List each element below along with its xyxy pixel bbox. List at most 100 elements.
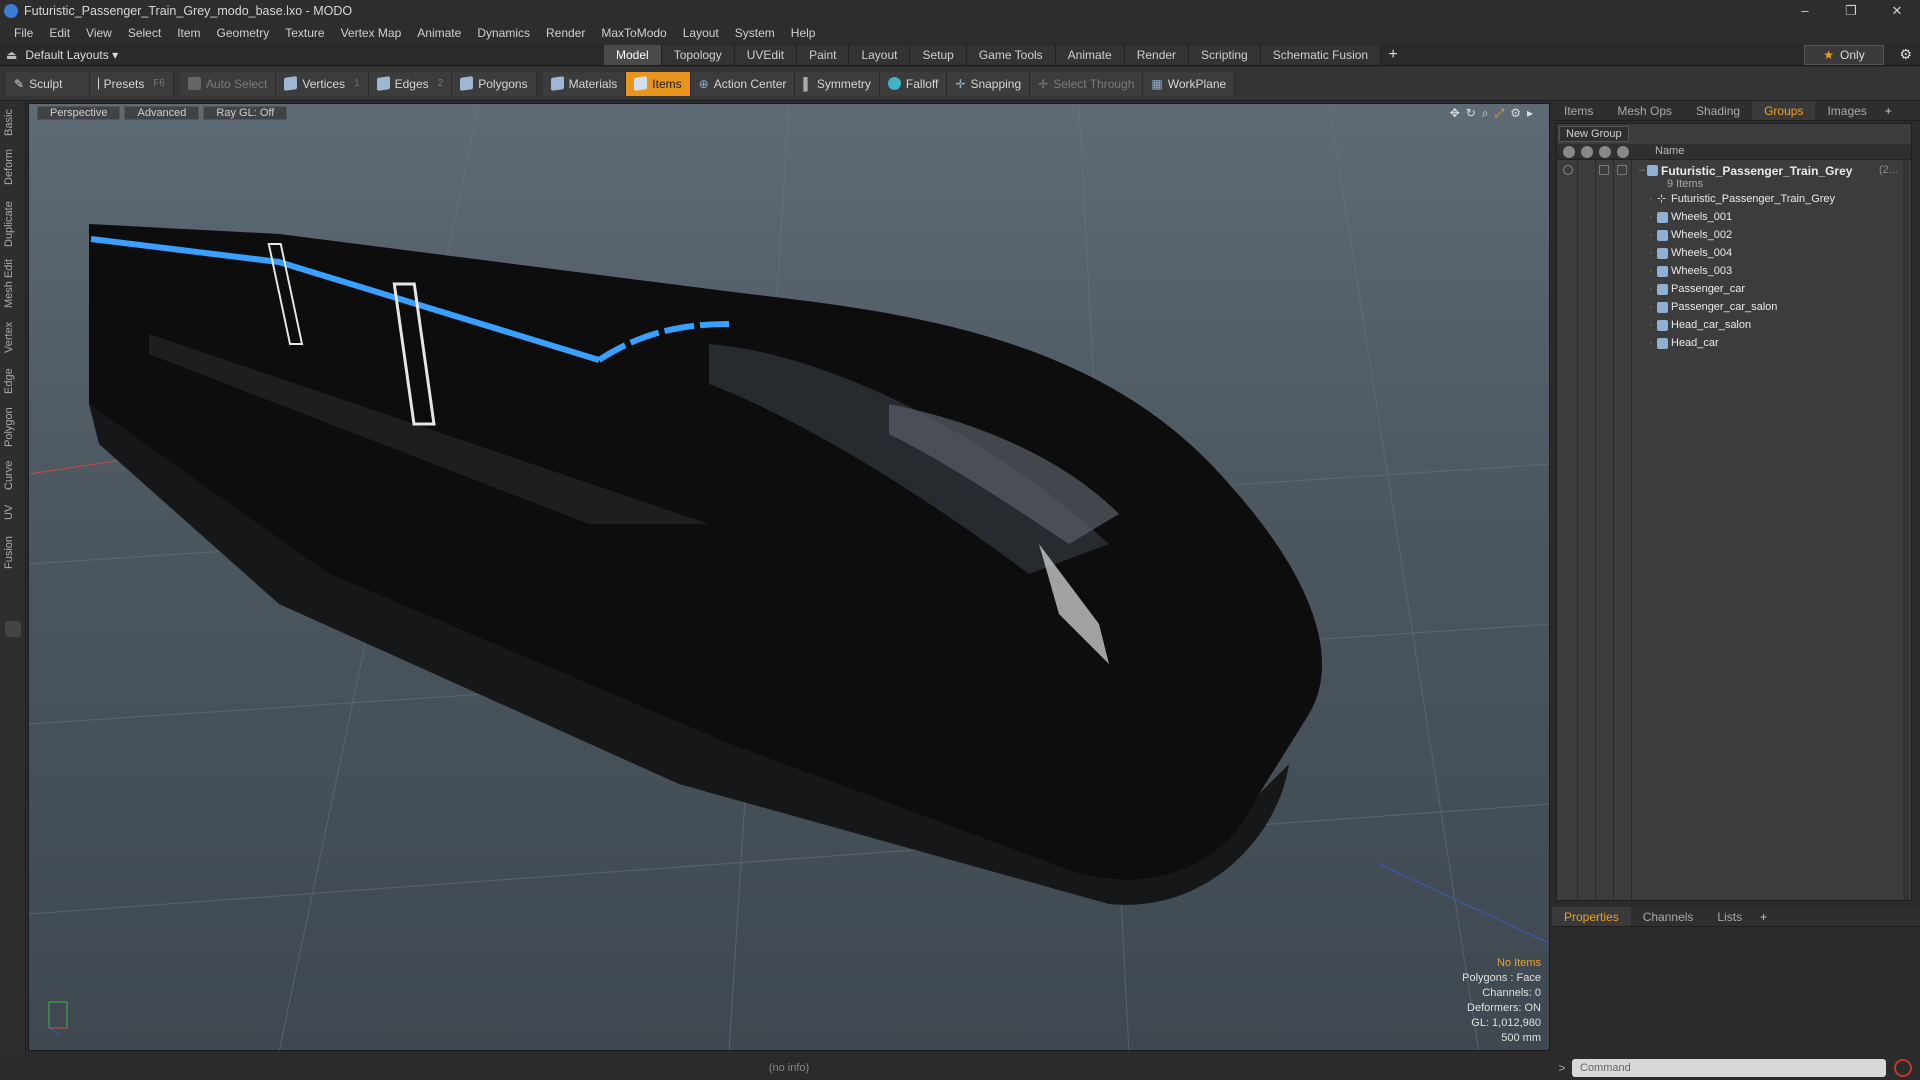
vtab-fusion[interactable]: Fusion [3,531,23,573]
tab-game-tools[interactable]: Game Tools [966,45,1056,65]
menu-geometry[interactable]: Geometry [209,26,278,40]
viewport-settings-icon[interactable]: ⚙ [1510,106,1521,121]
menu-help[interactable]: Help [783,26,824,40]
render-column-icon[interactable] [1581,146,1593,158]
materials-button[interactable]: Materials [542,71,627,96]
list-item[interactable]: · Wheels_003 [1557,263,1911,281]
symmetry-button[interactable]: ▌ Symmetry [795,71,880,96]
menu-animate[interactable]: Animate [409,26,469,40]
tab-images[interactable]: Images [1815,101,1878,120]
add-properties-tab-button[interactable]: + [1754,907,1773,926]
restore-button[interactable]: ❐ [1828,0,1874,22]
add-tab-button[interactable]: + [1381,45,1405,65]
action-center-button[interactable]: ⊕ Action Center [690,71,796,96]
list-item[interactable]: · Passenger_car [1557,281,1911,299]
tab-paint[interactable]: Paint [797,45,850,65]
tab-mesh-ops[interactable]: Mesh Ops [1605,101,1684,120]
tab-groups[interactable]: Groups [1752,101,1816,120]
tab-properties[interactable]: Properties [1552,907,1631,926]
tab-setup[interactable]: Setup [910,45,967,65]
tab-lists[interactable]: Lists [1705,907,1754,926]
vtab-deform[interactable]: Deform [3,145,23,189]
vtab-uv[interactable]: UV [3,499,23,525]
workplane-button[interactable]: ▦ WorkPlane [1143,71,1236,96]
tab-topology[interactable]: Topology [661,45,735,65]
menu-render[interactable]: Render [538,26,593,40]
falloff-button[interactable]: Falloff [879,71,948,96]
list-item[interactable]: · Wheels_004 [1557,245,1911,263]
command-input[interactable]: Command [1572,1059,1886,1077]
gear-icon[interactable]: ⚙ [1899,46,1912,63]
tab-channels[interactable]: Channels [1631,907,1706,926]
name-column-header[interactable]: Name [1655,145,1684,157]
tab-animate[interactable]: Animate [1055,45,1125,65]
add-panel-tab-button[interactable]: + [1879,101,1898,120]
tab-uvedit[interactable]: UVEdit [734,45,798,65]
menu-texture[interactable]: Texture [277,26,332,40]
items-button[interactable]: Items [626,71,691,96]
tab-scripting[interactable]: Scripting [1189,45,1261,65]
auto-select-button[interactable]: Auto Select [180,71,277,96]
menu-system[interactable]: System [727,26,783,40]
vtab-duplicate[interactable]: Duplicate [3,197,23,251]
vtab-edge[interactable]: Edge [3,363,23,399]
list-item[interactable]: · Head_car [1557,335,1911,353]
polygons-button[interactable]: Polygons [452,71,537,96]
list-item[interactable]: · Wheels_002 [1557,227,1911,245]
vertices-button[interactable]: Vertices 1 [276,71,369,96]
menu-maxtomodo[interactable]: MaxToModo [593,26,674,40]
pan-icon[interactable]: ✥ [1450,106,1460,121]
snapping-button[interactable]: ✛ Snapping [947,71,1031,96]
presets-button[interactable]: Presets F6 [90,71,174,96]
3d-viewport[interactable]: Perspective Advanced Ray GL: Off ✥ ↻ ⌕ ⤢… [28,103,1550,1051]
new-group-button[interactable]: New Group [1559,126,1629,142]
menu-vertex-map[interactable]: Vertex Map [333,26,410,40]
eye-icon[interactable] [1563,165,1573,175]
strip-toggle-icon[interactable] [5,621,21,637]
sculpt-button[interactable]: ✎ Sculpt [6,71,90,96]
menu-layout[interactable]: Layout [675,26,727,40]
select-column-icon[interactable] [1617,146,1629,158]
minimize-button[interactable]: – [1782,0,1828,22]
tab-model[interactable]: Model [604,45,662,65]
tab-schematic-fusion[interactable]: Schematic Fusion [1260,45,1382,65]
rotate-icon[interactable]: ↻ [1466,106,1476,121]
menu-file[interactable]: File [6,26,41,40]
shading-mode-button[interactable]: Advanced [124,106,200,120]
vtab-mesh-edit[interactable]: Mesh Edit [3,257,23,311]
select-through-button[interactable]: ✛ Select Through [1030,71,1144,96]
zoom-icon[interactable]: ⌕ [1482,106,1489,121]
vtab-curve[interactable]: Curve [3,457,23,493]
tab-shading[interactable]: Shading [1684,101,1752,120]
edges-button[interactable]: Edges 2 [368,71,453,96]
view-mode-button[interactable]: Perspective [37,106,121,120]
visibility-column-icon[interactable] [1563,146,1575,158]
vtab-basic[interactable]: Basic [3,105,23,141]
menu-view[interactable]: View [78,26,120,40]
expand-right-icon[interactable]: ▸ [1527,106,1533,121]
tab-render[interactable]: Render [1124,45,1190,65]
menu-dynamics[interactable]: Dynamics [469,26,538,40]
fit-icon[interactable]: ⤢ [1495,106,1505,121]
menu-edit[interactable]: Edit [41,26,78,40]
collapse-icon[interactable]: – [1639,164,1645,176]
groups-scrollbar[interactable] [1903,160,1909,900]
lock-checkbox[interactable] [1599,165,1609,175]
menu-item[interactable]: Item [169,26,208,40]
only-toggle[interactable]: ★ Only [1804,45,1884,65]
tab-layout[interactable]: Layout [849,45,911,65]
raygl-button[interactable]: Ray GL: Off [203,106,288,120]
menu-select[interactable]: Select [120,26,169,40]
tab-items[interactable]: Items [1552,101,1605,120]
close-button[interactable]: ✕ [1874,0,1920,22]
layout-collapse-icon[interactable]: ⏏ [6,48,17,62]
vtab-vertex[interactable]: Vertex [3,317,23,357]
layout-dropdown[interactable]: Default Layouts ▾ [25,48,118,62]
stop-icon[interactable] [1894,1059,1912,1077]
list-item[interactable]: · Head_car_salon [1557,317,1911,335]
list-item[interactable]: · Wheels_001 [1557,209,1911,227]
list-item[interactable]: · ⊹ Futuristic_Passenger_Train_Grey [1557,191,1911,209]
select-checkbox[interactable] [1617,165,1627,175]
lock-column-icon[interactable] [1599,146,1611,158]
list-item[interactable]: · Passenger_car_salon [1557,299,1911,317]
